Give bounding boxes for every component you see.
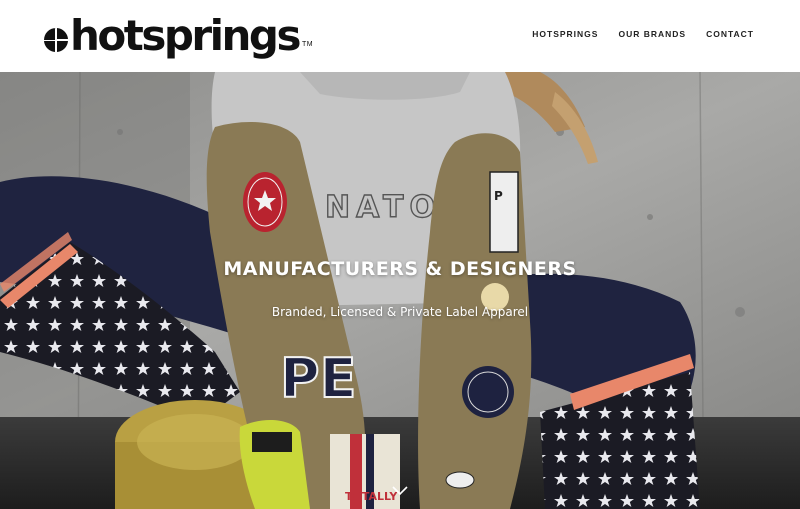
hero-title: MANUFACTURERS & DESIGNERS — [223, 258, 577, 280]
svg-text:NATO: NATO — [325, 190, 441, 225]
nav-item-contact[interactable]: CONTACT — [706, 29, 754, 39]
nav-item-our-brands[interactable]: OUR BRANDS — [618, 29, 686, 39]
chevron-down-icon[interactable] — [391, 484, 409, 496]
logo-mark-icon — [44, 28, 68, 52]
hero-subtitle: Branded, Licensed & Private Label Appare… — [271, 305, 529, 319]
nav-item-hotsprings[interactable]: HOTSPRINGS — [532, 29, 598, 39]
svg-text:P: P — [494, 189, 503, 203]
site-header: hotsprings TM HOTSPRINGS OUR BRANDS CONT… — [0, 0, 800, 72]
main-nav: HOTSPRINGS OUR BRANDS CONTACT — [532, 29, 754, 39]
hero-banner: NATO PE TOTALLY P MANUFACTURERS & DESIGN… — [0, 72, 800, 509]
logo-trademark: TM — [301, 41, 314, 48]
svg-text:PE: PE — [280, 347, 356, 410]
hero-photo: NATO PE TOTALLY P — [0, 72, 800, 509]
logo[interactable]: hotsprings TM — [44, 14, 313, 58]
logo-text: hotsprings — [70, 11, 301, 60]
